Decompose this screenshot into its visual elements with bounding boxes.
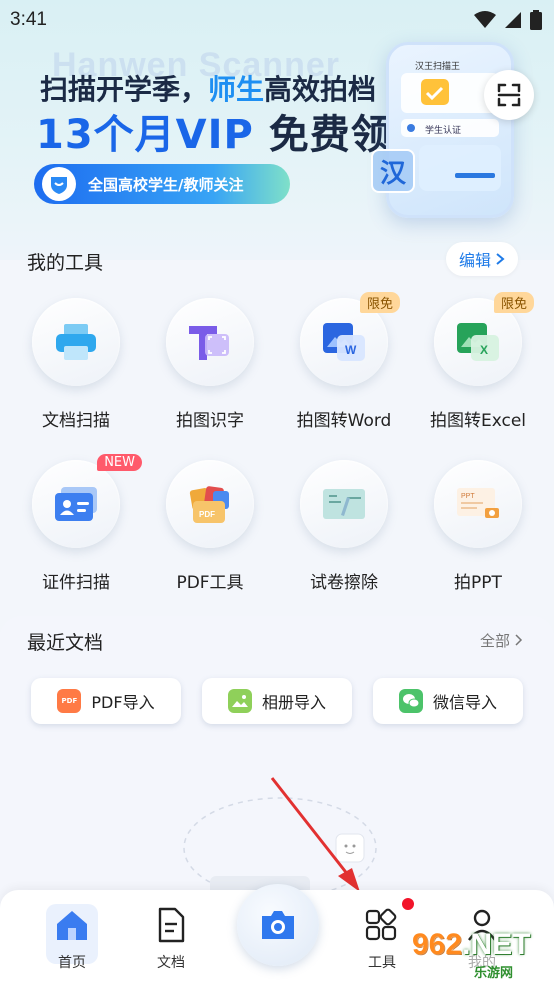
tab-docs-label: 文档 — [157, 955, 185, 971]
tab-home-label: 首页 — [58, 955, 86, 971]
wifi-icon — [474, 11, 496, 28]
album-import-label: 相册导入 — [261, 693, 326, 712]
tool-image-to-word[interactable]: W 限免 拍图转Word — [284, 292, 404, 438]
tool-label: PDF工具 — [176, 573, 244, 593]
tool-label: 试卷擦除 — [310, 573, 378, 593]
my-tools-title: 我的工具 — [27, 252, 104, 274]
ppt-icon: PPT — [457, 488, 499, 518]
tab-docs[interactable]: 文档 — [136, 906, 206, 972]
tool-text-recognition[interactable]: 拍图识字 — [150, 298, 270, 438]
limited-free-badge: 限免 — [359, 292, 400, 313]
recent-docs-title: 最近文档 — [27, 632, 104, 654]
edit-label: 编辑 — [458, 251, 491, 270]
printer-icon — [56, 324, 96, 360]
wechat-import-button[interactable]: 微信导入 — [373, 678, 523, 724]
battery-icon — [530, 10, 542, 30]
tool-image-to-excel[interactable]: X 限免 拍图转Excel — [418, 292, 538, 438]
chevron-right-icon — [515, 634, 522, 646]
phone-illustration: 汉王扫描王 学生认证 汉 — [371, 42, 514, 218]
tool-pdf[interactable]: PDF PDF工具 — [150, 460, 270, 600]
tool-paper-erase[interactable]: 试卷擦除 — [284, 460, 404, 600]
my-tools-section: 我的工具 编辑 文档扫描 拍图识字 W 限免 拍图转Word X 限免 拍图转E… — [0, 236, 554, 616]
new-badge: NEW — [97, 454, 142, 471]
pdf-import-label: PDF导入 — [91, 693, 155, 712]
status-icons — [474, 10, 542, 30]
wechat-import-icon — [398, 689, 423, 713]
scan-frame-icon — [497, 83, 521, 107]
notification-dot — [402, 898, 414, 910]
tool-label: 文档扫描 — [42, 411, 110, 431]
site-watermark: 962.NET 乐游网 — [412, 928, 548, 981]
tool-label: 证件扫描 — [42, 573, 110, 593]
signal-icon — [505, 12, 521, 28]
excel-icon: X — [457, 323, 499, 361]
chevron-right-icon — [496, 253, 505, 265]
camera-icon — [262, 911, 294, 939]
scan-frame-button[interactable] — [484, 70, 534, 120]
pill-text: 全国高校学生/教师关注 — [88, 175, 244, 194]
paper-erase-icon — [323, 489, 365, 519]
status-time: 3:41 — [10, 9, 47, 30]
view-all-link[interactable]: 全部 — [480, 630, 523, 651]
watermark-logo: 962.NET — [412, 928, 531, 961]
limited-free-badge: 限免 — [493, 292, 534, 313]
svg-text:PDF: PDF — [199, 510, 215, 519]
svg-text:PPT: PPT — [461, 493, 475, 500]
album-import-button[interactable]: 相册导入 — [202, 678, 352, 724]
tool-label: 拍图转Excel — [429, 411, 527, 431]
tool-id-scan[interactable]: NEW 证件扫描 — [16, 454, 142, 600]
camera-button[interactable] — [237, 884, 319, 966]
banner-offer: 13个月VIP 免费领 — [36, 112, 392, 158]
tab-tools-label: 工具 — [368, 955, 396, 971]
wechat-import-label: 微信导入 — [432, 693, 497, 712]
tool-doc-scan[interactable]: 文档扫描 — [16, 298, 136, 438]
recent-docs-section: 最近文档 全部 PDF PDF导入 相册导入 微信导入 — [0, 616, 554, 916]
document-icon — [158, 907, 185, 943]
empty-docs-illustration — [183, 797, 377, 898]
status-bar: 3:41 — [0, 0, 554, 40]
pdf-import-icon: PDF — [57, 689, 82, 713]
album-import-icon — [227, 689, 252, 713]
bottom-navigation: 首页 文档 工具 我的 962.NET 乐游网 — [0, 884, 554, 984]
edit-button[interactable]: 编辑 — [446, 242, 518, 276]
svg-text:W: W — [345, 343, 357, 357]
promo-banner[interactable]: Hanwen Scanner 扫描开学季，师生高效拍档 13个月VIP 免费领 … — [0, 40, 554, 230]
tool-label: 拍PPT — [454, 573, 502, 593]
tab-tools[interactable]: 工具 — [347, 906, 417, 972]
watermark-sub: 乐游网 — [474, 966, 514, 981]
grid-apps-icon — [365, 908, 397, 941]
pdf-import-button[interactable]: PDF PDF导入 — [31, 678, 181, 724]
id-card-icon — [55, 487, 97, 521]
word-icon: W — [323, 323, 365, 361]
tab-home[interactable]: 首页 — [37, 906, 107, 972]
banner-pill: 全国高校学生/教师关注 — [34, 164, 290, 204]
tool-label: 拍图转Word — [296, 411, 392, 431]
tool-label: 拍图识字 — [176, 411, 244, 431]
text-recognition-icon — [189, 326, 229, 360]
tool-ppt[interactable]: PPT 拍PPT — [418, 460, 538, 600]
han-char-card: 汉 — [371, 149, 415, 193]
svg-text:X: X — [480, 343, 488, 357]
heart-badge-icon — [42, 167, 76, 201]
phone-field: 学生认证 — [425, 126, 462, 136]
home-icon — [57, 911, 87, 940]
pdf-tools-icon: PDF — [189, 486, 229, 523]
